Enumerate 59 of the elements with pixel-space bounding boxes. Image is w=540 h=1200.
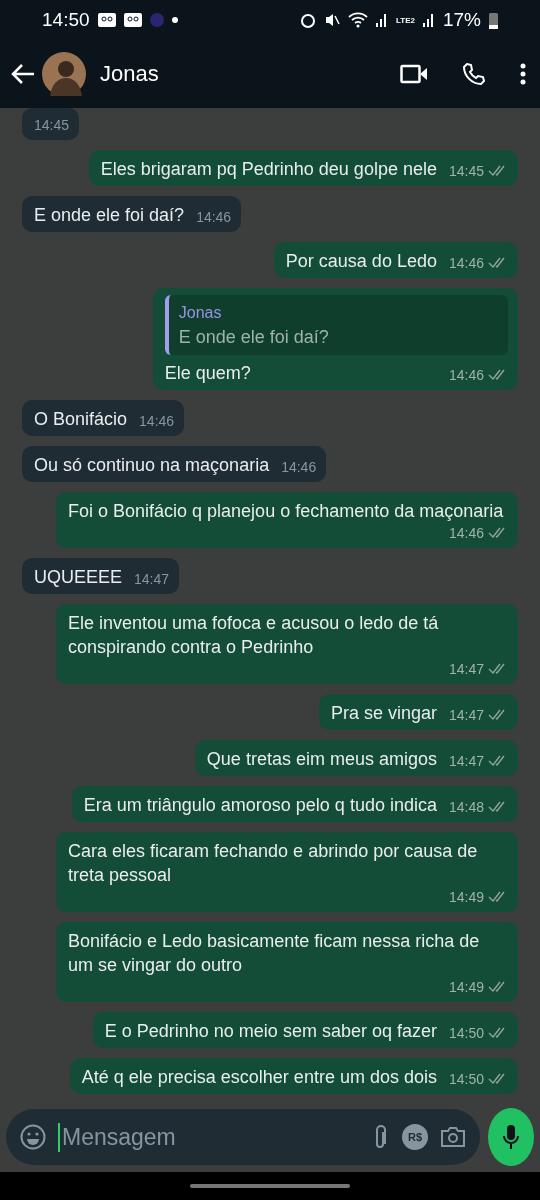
message-time: 14:46 <box>448 254 484 273</box>
phone-icon[interactable] <box>462 62 486 86</box>
message-time: 14:47 <box>448 660 484 679</box>
message-text: Bonifácio e Ledo basicamente ficam nessa richa de um se vingar do outro <box>68 930 481 977</box>
message-text: Era um triângulo amoroso pelo q tudo indica <box>83 794 437 817</box>
message-input[interactable]: Mensagem <box>58 1122 360 1152</box>
message-time: 14:46 <box>281 458 317 477</box>
message-time: 14:46 <box>139 412 175 431</box>
message-time: 14:46 <box>448 366 484 385</box>
signal-icon <box>376 13 388 27</box>
back-icon[interactable] <box>10 63 36 85</box>
message-text: Ou só continuo na maçonaria <box>34 454 270 477</box>
message-time: 14:49 <box>448 978 484 997</box>
quoted-message[interactable]: Jonas E onde ele foi daí? <box>164 295 508 355</box>
emoji-icon[interactable] <box>20 1124 46 1150</box>
message-time: 14:47 <box>448 752 484 771</box>
message-text: Até q ele precisa escolher entre um dos dois <box>81 1066 437 1089</box>
avatar[interactable] <box>42 52 86 96</box>
message-text: E o Pedrinho no meio sem saber oq fazer <box>104 1020 437 1043</box>
message-text: Ele inventou uma fofoca e acusou o ledo de tá conspirando contra o Pedrinho <box>68 612 440 659</box>
message-text: Pra se vingar <box>330 702 437 725</box>
mute-icon <box>324 12 340 28</box>
message-time: 14:47 <box>134 570 170 589</box>
wifi-icon <box>348 12 368 28</box>
message-time: 14:45 <box>34 116 70 135</box>
quote-text: E onde ele foi daí? <box>178 326 330 349</box>
message-field[interactable]: Mensagem R$ <box>6 1109 480 1165</box>
message-text: Por causa do Ledo <box>285 250 437 273</box>
payment-button[interactable]: R$ <box>402 1124 428 1150</box>
more-icon[interactable] <box>520 63 526 85</box>
voice-record-button[interactable] <box>488 1108 534 1166</box>
camera-icon[interactable] <box>440 1126 466 1148</box>
message-time: 14:50 <box>448 1070 484 1089</box>
battery-icon <box>489 11 498 29</box>
microphone-icon <box>502 1124 520 1150</box>
video-call-icon[interactable] <box>400 63 428 85</box>
message-time: 14:45 <box>448 162 484 181</box>
message-time: 14:47 <box>448 706 484 725</box>
message-text: UQUEEEE <box>34 566 123 589</box>
message-time: 14:46 <box>448 524 484 543</box>
message-time: 14:49 <box>448 888 484 907</box>
message-time: 14:48 <box>448 798 484 817</box>
message-time: 14:46 <box>196 208 232 227</box>
voicemail-icon <box>97 13 116 27</box>
network-label: LTE2 <box>396 15 415 25</box>
battery-percent: 17% <box>442 9 481 31</box>
quote-author: Jonas <box>178 303 223 323</box>
message-text: Cara eles ficaram fechando e abrindo por causa de treta pessoal <box>68 840 479 887</box>
clock: 14:50 <box>42 9 90 31</box>
message-text: Foi o Bonifácio q planejou o fechamento da maçonaria <box>68 500 504 523</box>
message-text: O Bonifácio <box>34 408 128 431</box>
message-text: Que tretas eim meus amigos <box>206 748 437 771</box>
message-text: Ele quem? <box>164 362 251 385</box>
voicemail-icon <box>123 13 142 27</box>
contact-name[interactable]: Jonas <box>100 61 380 87</box>
message-text: Eles brigaram pq Pedrinho deu golpe nele <box>100 158 437 181</box>
signal-icon <box>422 13 435 27</box>
message-time: 14:50 <box>448 1024 484 1043</box>
message-text: E onde ele foi daí? <box>34 204 185 227</box>
